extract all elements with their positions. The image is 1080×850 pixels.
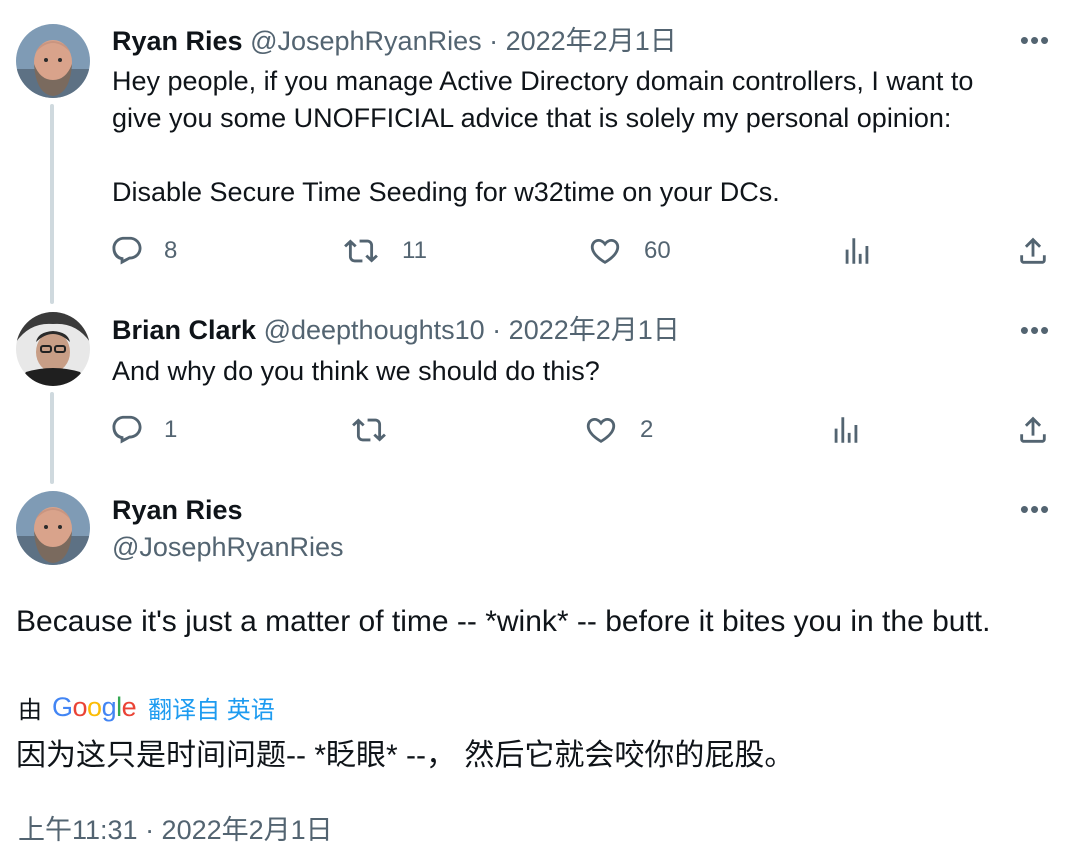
analytics-icon (845, 238, 869, 264)
author-name[interactable]: Ryan Ries (112, 493, 243, 527)
avatar[interactable] (16, 491, 90, 565)
tweet-text: Hey people, if you manage Active Directo… (112, 66, 974, 207)
tweet-header: Ryan Ries @JosephRyanRies · 2022年2月1日 (112, 24, 677, 58)
like-count: 2 (640, 416, 654, 443)
tweet-timestamp[interactable]: 上午11:31 · 2022年2月1日 (18, 808, 333, 847)
analytics-button[interactable] (829, 413, 863, 447)
author-handle[interactable]: @JosephRyanRies (250, 26, 482, 56)
share-button[interactable] (1016, 234, 1050, 268)
like-button[interactable]: 2 (584, 413, 653, 447)
tweet-date[interactable]: 2022年2月1日 (506, 26, 677, 56)
more-icon[interactable]: ••• (1018, 27, 1052, 53)
reply-count: 8 (164, 237, 178, 264)
retweet-button[interactable]: 11 (344, 234, 427, 268)
author-handle[interactable]: @JosephRyanRies (112, 530, 344, 564)
more-icon[interactable]: ••• (1018, 317, 1052, 343)
reply-button[interactable]: 8 (110, 234, 177, 268)
reply-icon (112, 415, 142, 444)
like-icon (590, 238, 620, 264)
tweet-date[interactable]: 2022年2月1日 (509, 315, 680, 345)
avatar[interactable] (16, 24, 90, 98)
author-name[interactable]: Brian Clark (112, 315, 256, 345)
author-handle-text: @JosephRyanRies (112, 532, 344, 562)
reply-button[interactable]: 1 (110, 413, 177, 447)
google-logo: Google (52, 692, 137, 722)
translated-text: 因为这只是时间问题-- *眨眼* --， 然后它就会咬你的屁股。 (16, 739, 795, 772)
thread-line-2 (50, 392, 54, 484)
author-name-text: Ryan Ries (112, 495, 243, 525)
like-button[interactable]: 60 (588, 234, 671, 268)
tweet-text: And why do you think we should do this? (112, 356, 600, 386)
analytics-icon (834, 417, 858, 443)
author-handle[interactable]: @deepthoughts10 (264, 315, 485, 345)
share-icon (1020, 416, 1046, 443)
retweet-count: 11 (402, 237, 427, 264)
analytics-button[interactable] (840, 234, 874, 268)
share-button[interactable] (1016, 413, 1050, 447)
like-icon (586, 417, 616, 443)
reply-icon (112, 236, 142, 265)
retweet-icon (352, 418, 386, 442)
retweet-icon (344, 239, 378, 263)
tweet-header: Brian Clark @deepthoughts10 · 2022年2月1日 (112, 313, 680, 347)
separator: · (481, 26, 506, 56)
share-icon (1020, 237, 1046, 264)
more-icon[interactable]: ••• (1018, 496, 1052, 522)
author-name[interactable]: Ryan Ries (112, 26, 243, 56)
tweet-text: Because it's just a matter of time -- *w… (16, 605, 991, 638)
translated-by-label: 由 (18, 697, 42, 724)
avatar[interactable] (16, 312, 90, 386)
retweet-button[interactable] (352, 413, 408, 447)
separator: · (484, 315, 509, 345)
reply-count: 1 (164, 416, 178, 443)
like-count: 60 (644, 237, 671, 264)
thread-line-1 (50, 104, 54, 304)
translation-attribution: 由 Google 翻译自 英语 (18, 690, 275, 725)
translated-from-link[interactable]: 翻译自 英语 (148, 690, 275, 725)
